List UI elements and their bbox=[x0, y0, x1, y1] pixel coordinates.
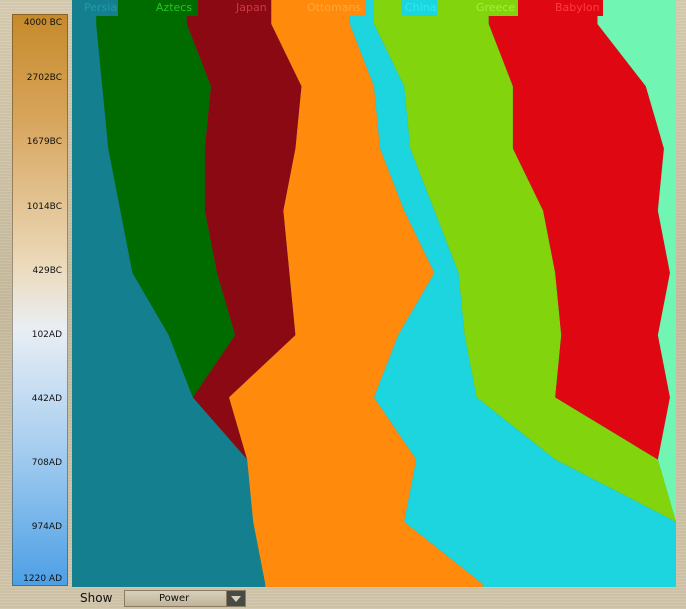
legend-babylon: Babylon bbox=[551, 0, 603, 16]
year-tick: 102AD bbox=[31, 330, 62, 340]
legend-persia: Persia bbox=[80, 0, 118, 16]
show-dropdown[interactable]: Power bbox=[124, 590, 246, 607]
year-tick: 974AD bbox=[31, 522, 62, 532]
year-tick: 429BC bbox=[32, 266, 62, 276]
chevron-down-icon[interactable] bbox=[226, 591, 245, 606]
power-chart bbox=[72, 0, 676, 587]
year-tick: 442AD bbox=[31, 394, 62, 404]
year-tick: 1220 AD bbox=[23, 574, 62, 584]
legend-greece: Greece bbox=[472, 0, 518, 16]
show-label: Show bbox=[80, 591, 113, 605]
year-tick: 4000 BC bbox=[23, 18, 62, 28]
power-chart-svg bbox=[72, 0, 676, 587]
legend-aztecs: Aztecs bbox=[150, 0, 198, 16]
legend-ottomans: Ottomans bbox=[303, 0, 365, 16]
bottom-bar: Show Power bbox=[72, 588, 686, 609]
legend-celts: Celts bbox=[636, 0, 672, 16]
year-tick: 2702BC bbox=[26, 73, 62, 83]
year-tick: 1014BC bbox=[26, 202, 62, 212]
year-tick: 1679BC bbox=[26, 137, 62, 147]
show-dropdown-value: Power bbox=[159, 593, 190, 604]
legend-china: China bbox=[401, 0, 437, 16]
legend-japan: Japan bbox=[232, 0, 270, 16]
year-tick: 708AD bbox=[31, 458, 62, 468]
time-gradient-bar bbox=[12, 14, 68, 586]
